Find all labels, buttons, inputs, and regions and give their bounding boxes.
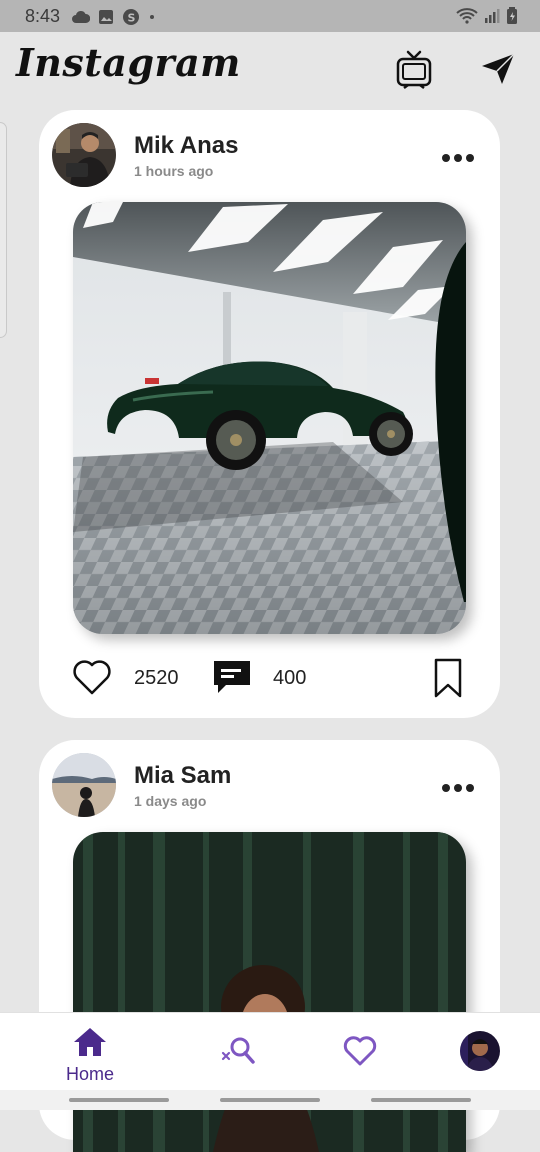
app-header: Instagram [0,32,540,110]
status-time: 8:43 [25,6,61,26]
post-timestamp: 1 days ago [134,793,207,809]
signal-icon [485,9,500,23]
nav-profile-avatar[interactable] [460,1031,500,1071]
post-actions: 2520 400 [39,658,500,702]
wifi-icon [456,8,478,24]
more-options-icon[interactable] [442,154,474,162]
gesture-pill [371,1098,471,1102]
cloud-icon [72,10,90,23]
post-card: Mik Anas 1 hours ago 2520 400 [39,110,500,718]
svg-text:S: S [128,12,136,25]
battery-icon [507,7,517,24]
image-icon [99,10,113,24]
status-bar: 8:43 S [0,0,540,32]
heart-outline-icon [343,1036,377,1066]
system-icons [456,7,518,25]
comment-count: 400 [273,667,307,689]
notification-icons: S [72,8,156,26]
post-timestamp: 1 hours ago [134,163,214,179]
post-avatar[interactable] [52,123,116,187]
nav-search[interactable] [220,1035,256,1072]
nav-home-label: Home [65,1064,114,1084]
post-username[interactable]: Mik Anas [134,132,238,160]
bookmark-icon[interactable] [433,658,463,703]
bottom-navigation: Home [0,1012,540,1091]
gesture-pill [69,1098,169,1102]
nav-activity[interactable] [342,1035,378,1072]
post-avatar[interactable] [52,753,116,817]
heart-icon[interactable] [71,658,113,701]
post-image[interactable] [73,202,466,634]
search-icon [221,1037,255,1064]
home-icon [74,1028,106,1056]
comment-icon[interactable] [212,659,252,700]
system-gesture-bar [0,1090,540,1110]
nav-home[interactable]: Home [64,1027,116,1085]
dot-icon [150,15,154,19]
post-username[interactable]: Mia Sam [134,762,231,790]
more-options-icon[interactable] [442,784,474,792]
skype-icon: S [123,9,139,25]
app-logo[interactable]: Instagram [16,40,241,85]
gesture-pill [220,1098,320,1102]
direct-message-icon[interactable] [480,52,516,91]
igtv-icon[interactable] [396,50,432,95]
like-count: 2520 [134,667,179,689]
side-drawer-handle[interactable] [0,122,7,338]
